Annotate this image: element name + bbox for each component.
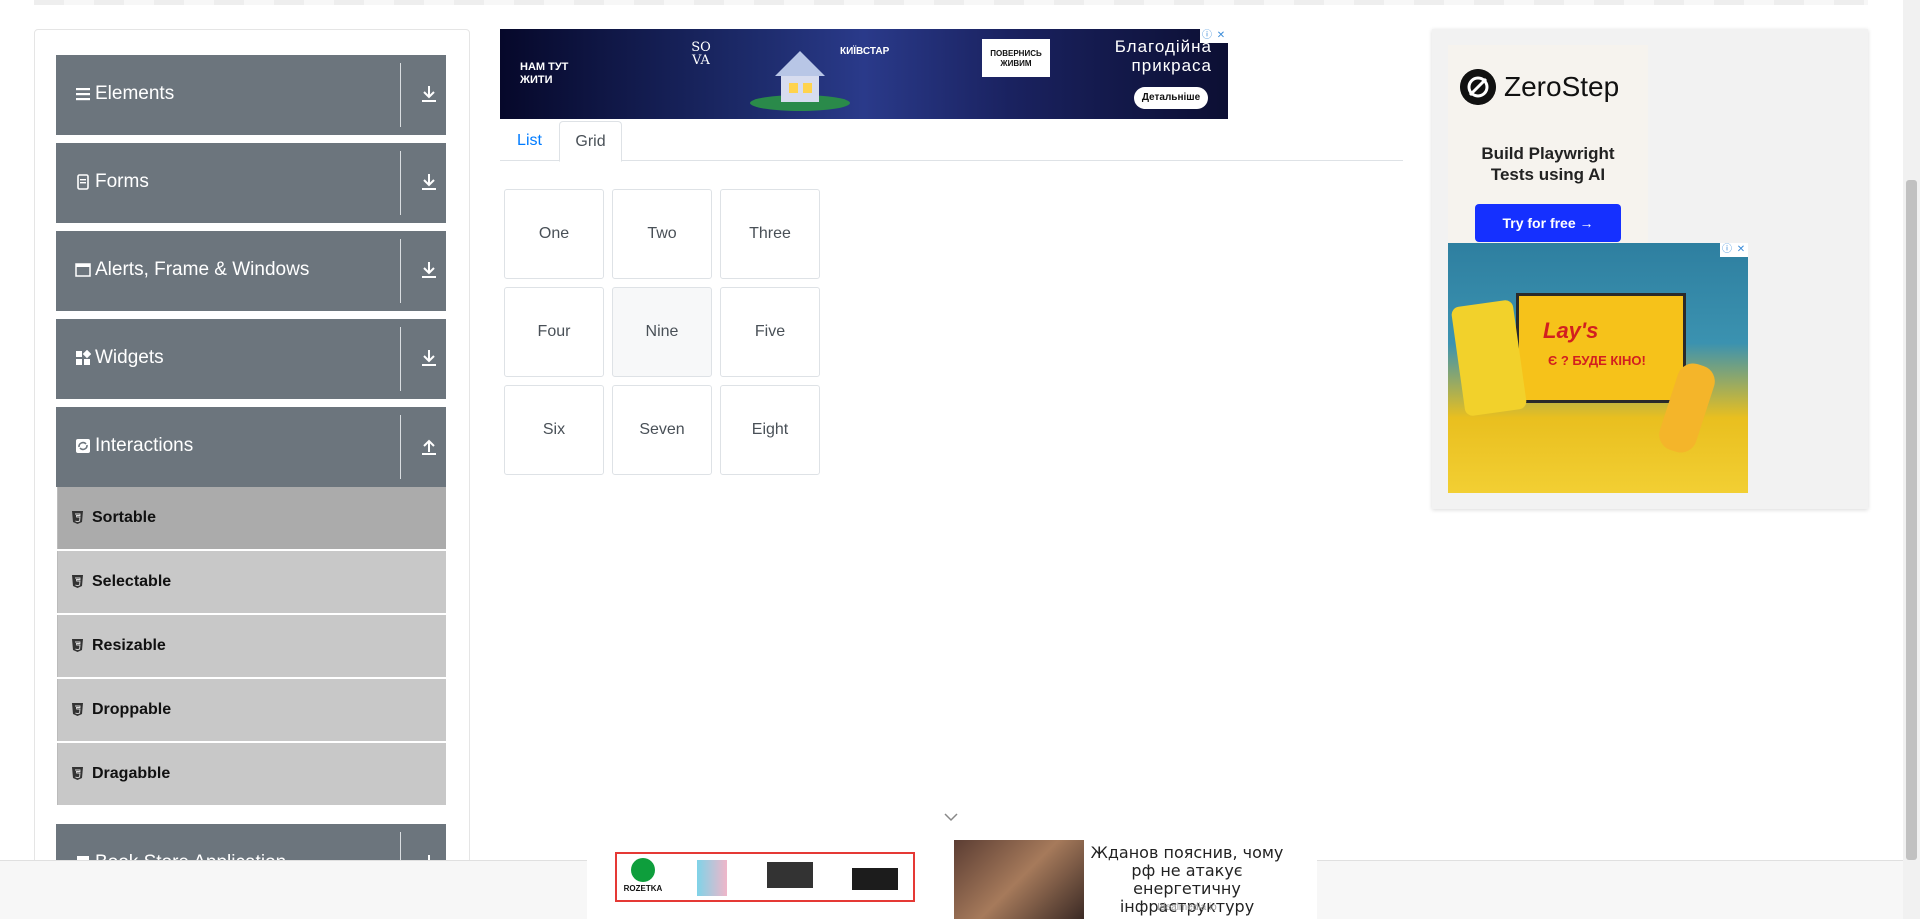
scrollbar-thumb[interactable] [1906, 180, 1917, 860]
group-label-forms: Forms [95, 171, 149, 192]
scrollbar-track[interactable] [1903, 0, 1920, 919]
monitor-product-image [767, 862, 813, 888]
divider [400, 151, 401, 215]
widgets-icon [76, 350, 91, 365]
ad-title-line2: прикраса [1131, 56, 1212, 75]
zerostep-brand: ZeroStep [1504, 71, 1620, 102]
page: Elements Forms Alerts, Frame & Windows W… [0, 0, 1920, 919]
ad-title: Благодійна прикраса [1110, 37, 1212, 75]
menu-item-label: Sortable [92, 509, 157, 526]
group-label-widgets: Widgets [95, 347, 164, 368]
lays-screen [1516, 293, 1686, 403]
ad-sova-logo: SO VA [691, 40, 711, 68]
lays-logo: Lay's [1543, 318, 1599, 343]
download-icon [422, 86, 436, 102]
group-alerts[interactable]: Alerts, Frame & Windows [56, 231, 446, 311]
grid-item[interactable]: Seven [612, 385, 712, 475]
window-icon [75, 263, 91, 277]
group-label-alerts: Alerts, Frame & Windows [95, 259, 310, 280]
ad-details-button[interactable]: Детальніше [1134, 87, 1208, 109]
ad-close-icon[interactable]: ✕ [1214, 29, 1228, 43]
grid-item[interactable]: Three [720, 189, 820, 279]
download-icon [422, 174, 436, 190]
html5-icon [72, 703, 83, 716]
ad-kyivstar-logo: КИЇВСТАР [840, 46, 890, 57]
grid-item[interactable]: Four [504, 287, 604, 377]
news-photo [954, 840, 1084, 919]
top-decor-strip [34, 0, 1868, 5]
news-source: Idealmedia.io [1157, 902, 1217, 913]
menu-item-sortable[interactable]: Sortable [57, 487, 446, 549]
form-icon [77, 174, 89, 190]
list-icon [76, 88, 90, 101]
right-ad-panel: ZeroStep Build Playwright Tests using AI… [1432, 29, 1868, 509]
menu-item-label: Selectable [92, 573, 172, 590]
html5-icon [72, 575, 83, 588]
group-label-interactions: Interactions [95, 435, 194, 456]
grid-item[interactable]: One [504, 189, 604, 279]
grid-item[interactable]: Eight [720, 385, 820, 475]
group-widgets[interactable]: Widgets [56, 319, 446, 399]
ad-close-icon[interactable]: ✕ [1734, 243, 1748, 257]
html5-icon [72, 639, 83, 652]
rozetka-face-icon [631, 858, 655, 882]
zerostep-tagline: Build Playwright Tests using AI [1481, 144, 1615, 184]
divider [400, 327, 401, 391]
bottom-ad[interactable]: ROZETKA Жданов пояснив, чому рф не атаку… [587, 840, 1317, 919]
menu-item-droppable[interactable]: Droppable [57, 679, 446, 741]
menu-item-label: Dragabble [92, 765, 171, 782]
grid-item[interactable]: Two [612, 189, 712, 279]
rozetka-logo: ROZETKA [621, 858, 665, 898]
grid-item[interactable]: Five [720, 287, 820, 377]
html5-icon [72, 767, 83, 780]
phone-product-image [697, 860, 727, 896]
group-forms[interactable]: Forms [56, 143, 446, 223]
upload-icon [422, 439, 436, 455]
ad-info-icon[interactable]: ⓘ [1720, 243, 1734, 257]
menu-item-resizable[interactable]: Resizable [57, 615, 446, 677]
menu-item-label: Droppable [92, 701, 172, 718]
interactions-icon [76, 439, 90, 453]
rozetka-label: ROZETKA [623, 884, 663, 893]
html5-icon [72, 511, 83, 524]
rozetka-ad[interactable]: ROZETKA [615, 852, 915, 902]
lays-ad[interactable]: Lay's Є ? БУДЕ КІНО! ⓘ ✕ [1448, 243, 1748, 493]
tab-list[interactable]: List [500, 121, 559, 161]
menu-item-selectable[interactable]: Selectable [57, 551, 446, 613]
divider [400, 63, 401, 127]
group-interactions[interactable]: Interactions [56, 407, 446, 487]
try-for-free-button[interactable]: Try for free → [1475, 204, 1621, 242]
chevron-down-icon[interactable] [944, 812, 958, 822]
download-icon [422, 350, 436, 366]
ad-return-logo: ПОВЕРНИСЬ ЖИВИМ [982, 39, 1050, 77]
microwave-product-image [852, 868, 898, 890]
left-panel: Elements Forms Alerts, Frame & Windows W… [34, 29, 470, 919]
tab-bar: List Grid [500, 121, 1403, 162]
menu-item-dragabble[interactable]: Dragabble [57, 743, 446, 805]
menu-item-label: Resizable [92, 637, 166, 654]
top-ad-banner[interactable]: НАМ ТУТ ЖИТИ SO VA КИЇВСТАР ПОВЕРНИСЬ ЖИ… [500, 29, 1228, 119]
interactions-menu: Sortable Selectable Resizable Droppable … [57, 487, 446, 807]
zerostep-logo-icon [1460, 69, 1496, 105]
divider [400, 239, 401, 303]
ad-title-line1: Благодійна [1114, 37, 1212, 56]
lays-text: Є ? БУДЕ КІНО! [1548, 353, 1646, 368]
grid-item[interactable]: Nine [612, 287, 712, 377]
group-elements[interactable]: Elements [56, 55, 446, 135]
ad-info-icon[interactable]: ⓘ [1200, 29, 1214, 43]
ad-left-text: НАМ ТУТ ЖИТИ [520, 61, 569, 86]
divider [400, 415, 401, 479]
download-icon [422, 262, 436, 278]
zerostep-ad[interactable]: ZeroStep Build Playwright Tests using AI… [1448, 45, 1648, 245]
tab-grid[interactable]: Grid [559, 121, 622, 162]
house-illustration [750, 51, 850, 111]
group-label-elements: Elements [95, 83, 175, 104]
grid-item[interactable]: Six [504, 385, 604, 475]
